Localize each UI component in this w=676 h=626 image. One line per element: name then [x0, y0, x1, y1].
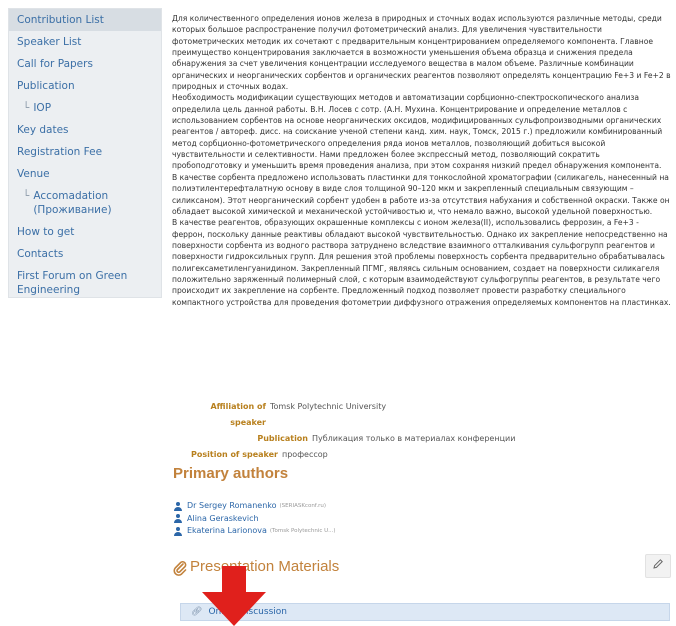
- sidebar-item-registration-fee[interactable]: Registration Fee: [9, 141, 161, 163]
- sidebar-item-call-for-papers[interactable]: Call for Papers: [9, 53, 161, 75]
- arrow-down-icon: [202, 566, 266, 626]
- abstract-paragraph: Для количественного определения ионов же…: [172, 14, 671, 92]
- author-link[interactable]: Alina Geraskevich: [187, 513, 259, 526]
- tree-branch-icon: └: [23, 190, 30, 202]
- abstract-paragraph: Необходимость модификации существующих м…: [172, 93, 663, 171]
- primary-authors-title: Primary authors: [173, 465, 289, 482]
- sidebar-item-accomadation[interactable]: └ Accomadation (Проживание): [9, 185, 161, 221]
- author-affiliation: (Tomsk Polytechnic U...): [269, 528, 336, 534]
- sidebar-item-venue[interactable]: Venue: [9, 163, 161, 185]
- abstract-paragraph: В качестве реагентов, образующих окрашен…: [172, 218, 671, 307]
- sidebar-item-key-dates[interactable]: Key dates: [9, 119, 161, 141]
- edit-materials-button[interactable]: [645, 554, 671, 578]
- person-icon: [173, 526, 182, 536]
- sidebar-item-label: Accomadation (Проживание): [33, 190, 112, 216]
- author-item: Ekaterina Larionova (Tomsk Polytechnic U…: [173, 525, 336, 538]
- field-value: профессор: [282, 450, 328, 459]
- author-item: Alina Geraskevich: [173, 513, 336, 526]
- field-value: Публикация только в материалах конференц…: [312, 434, 516, 443]
- person-icon: [173, 514, 182, 524]
- abstract-paragraph: В качестве сорбента предложено использов…: [172, 172, 670, 216]
- sidebar-item-speaker-list[interactable]: Speaker List: [9, 31, 161, 53]
- abstract-text: Для количественного определения ионов же…: [172, 13, 672, 308]
- field-label: Publication: [257, 434, 308, 443]
- sidebar: Contribution List Speaker List Call for …: [8, 8, 162, 298]
- sidebar-item-label: IOP: [33, 102, 52, 114]
- field-publication: Publication Публикация только в материал…: [172, 431, 572, 447]
- author-item: Dr Sergey Romanenko (SERIASKconf.ru): [173, 500, 336, 513]
- author-link[interactable]: Ekaterina Larionova: [187, 525, 267, 538]
- sidebar-item-first-forum[interactable]: First Forum on Green Engineering: [9, 265, 161, 301]
- field-affiliation: Affiliation of speaker Tomsk Polytechnic…: [172, 399, 572, 431]
- author-list: Dr Sergey Romanenko (SERIASKconf.ru) Ali…: [173, 500, 336, 538]
- sidebar-item-contacts[interactable]: Contacts: [9, 243, 161, 265]
- sidebar-item-iop[interactable]: └ IOP: [9, 97, 161, 119]
- sidebar-item-contribution-list[interactable]: Contribution List: [9, 9, 161, 31]
- sidebar-item-how-to-get[interactable]: How to get: [9, 221, 161, 243]
- author-affiliation: (SERIASKconf.ru): [279, 503, 326, 509]
- author-link[interactable]: Dr Sergey Romanenko: [187, 500, 277, 513]
- field-position: Position of speaker профессор: [172, 447, 572, 463]
- field-label: Affiliation of speaker: [210, 402, 266, 427]
- person-icon: [173, 501, 182, 511]
- field-value: Tomsk Polytechnic University: [270, 402, 387, 411]
- sidebar-item-publication[interactable]: Publication: [9, 75, 161, 97]
- tree-branch-icon: └: [23, 102, 30, 114]
- contribution-fields: Affiliation of speaker Tomsk Polytechnic…: [172, 399, 572, 463]
- field-label: Position of speaker: [191, 450, 278, 459]
- paperclip-icon: [173, 560, 187, 580]
- pencil-icon: [652, 558, 664, 574]
